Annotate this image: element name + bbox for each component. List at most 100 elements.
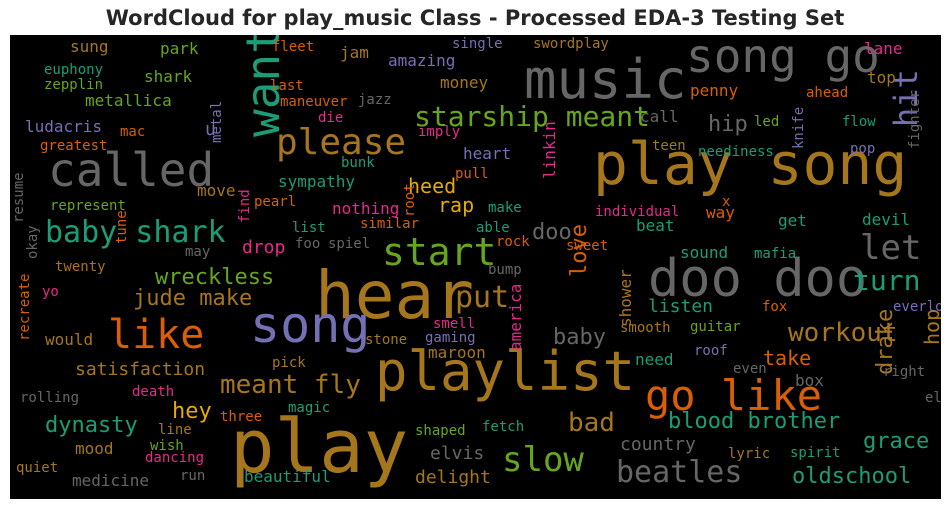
word-america: america	[506, 283, 525, 351]
word-jam: jam	[340, 43, 369, 62]
word-nothing: nothing	[332, 199, 400, 218]
word-recreate: recreate	[17, 273, 33, 341]
word-list: list	[292, 220, 326, 236]
word-twenty: twenty	[55, 259, 106, 275]
word-everlong: everlong	[893, 299, 941, 315]
word-song: song	[250, 296, 371, 354]
word-ahead: ahead	[806, 85, 849, 101]
word-grace: grace	[863, 429, 930, 454]
word-jude-make: jude make	[133, 286, 253, 311]
word-top: top	[867, 68, 896, 87]
word-x: x	[722, 194, 731, 210]
word-yo: yo	[42, 284, 59, 300]
word-individual: individual	[595, 204, 680, 220]
word-else: else	[925, 390, 941, 406]
word-sympathy: sympathy	[278, 172, 356, 191]
word-death: death	[132, 384, 175, 400]
word-three: three	[220, 409, 263, 425]
word-linkin: linkin	[540, 121, 559, 179]
word-delight: delight	[415, 467, 491, 488]
word-call: call	[640, 107, 679, 126]
word-beat: beat	[636, 216, 675, 235]
word-wreckless: wreckless	[155, 265, 275, 290]
word-drop: drop	[242, 237, 286, 258]
word-get: get	[778, 211, 807, 230]
word-run: run	[180, 468, 206, 484]
word-resume: resume	[11, 172, 27, 223]
word-metallica: metallica	[85, 91, 172, 110]
word-roof: roof	[694, 343, 728, 359]
word-bump: bump	[488, 262, 522, 278]
word-fetch: fetch	[482, 419, 525, 435]
word-last: last	[270, 78, 304, 94]
word-baby: baby	[553, 325, 606, 350]
word-let: let	[860, 228, 922, 268]
word-zepplin: zepplin	[44, 77, 104, 93]
word-jazz: jazz	[358, 92, 392, 108]
word-neediness: neediness	[698, 144, 774, 160]
word-slow: slow	[502, 440, 584, 480]
word-metal: metal	[209, 100, 225, 143]
word-like: like	[108, 312, 205, 358]
word-flow: flow	[842, 114, 876, 130]
word-amazing: amazing	[388, 51, 456, 70]
word-knife: knife	[791, 106, 807, 149]
word-mafia: mafia	[754, 246, 797, 262]
word-put: put	[455, 280, 510, 315]
word-greatest: greatest	[40, 138, 108, 154]
word-teen: teen	[652, 138, 686, 154]
word-smooth: smooth	[620, 320, 671, 336]
word-spirit: spirit	[790, 445, 841, 461]
word-imply: imply	[418, 124, 461, 140]
word-medicine: medicine	[72, 471, 150, 490]
word-stone: stone	[365, 332, 408, 348]
word-magic: magic	[288, 400, 331, 416]
word-take: take	[763, 346, 812, 370]
word-cloud: play hear play song playlist song music doo do…	[10, 35, 941, 499]
word-similar: similar	[360, 216, 420, 232]
word-rock: rock	[496, 234, 530, 250]
word-sound: sound	[680, 243, 729, 262]
word-way: way	[706, 203, 735, 222]
word-country: country	[620, 434, 696, 455]
word-mood: mood	[75, 439, 114, 458]
word-meant-fly: meant fly	[220, 370, 361, 400]
word-make: make	[488, 200, 522, 216]
word-gaming: gaming	[425, 330, 476, 346]
word-mac: mac	[120, 124, 146, 140]
word-die: die	[318, 110, 344, 126]
word-start: start	[382, 230, 497, 274]
word-foo: foo	[295, 236, 321, 252]
word-pull: pull	[455, 166, 489, 182]
word-find: find	[237, 189, 253, 223]
word-money: money	[440, 73, 489, 92]
word-would: would	[45, 330, 94, 349]
word-shark: shark	[144, 67, 193, 86]
word-pop: pop	[850, 141, 876, 157]
word-lane: lane	[864, 39, 903, 58]
word-oldschool: oldschool	[792, 464, 912, 489]
word-sweet: sweet	[566, 238, 609, 254]
word-beautiful: beautiful	[244, 467, 331, 486]
word-euphony: euphony	[44, 62, 104, 78]
word-bunk: bunk	[341, 155, 375, 171]
word-bad: bad	[568, 408, 615, 438]
word-heart: heart	[463, 144, 512, 163]
word-maneuver: maneuver	[280, 94, 348, 110]
word-may: may	[185, 244, 211, 260]
word-hey: hey	[172, 399, 212, 424]
word-lyric: lyric	[728, 446, 771, 462]
word-maroon: maroon	[428, 343, 486, 362]
word-devil: devil	[862, 210, 911, 229]
word-need: need	[635, 350, 674, 369]
word-music: music	[524, 48, 687, 111]
word-satisfaction: satisfaction	[75, 359, 206, 380]
word-tune: tune	[114, 210, 130, 244]
word-blood-brother: blood brother	[668, 409, 841, 434]
word-hip: hip	[708, 112, 748, 137]
word-pearl: pearl	[254, 194, 297, 210]
word-listen: listen	[648, 296, 714, 317]
word-guitar: guitar	[690, 319, 741, 335]
word-penny: penny	[690, 81, 739, 100]
word-okay: okay	[25, 225, 41, 259]
